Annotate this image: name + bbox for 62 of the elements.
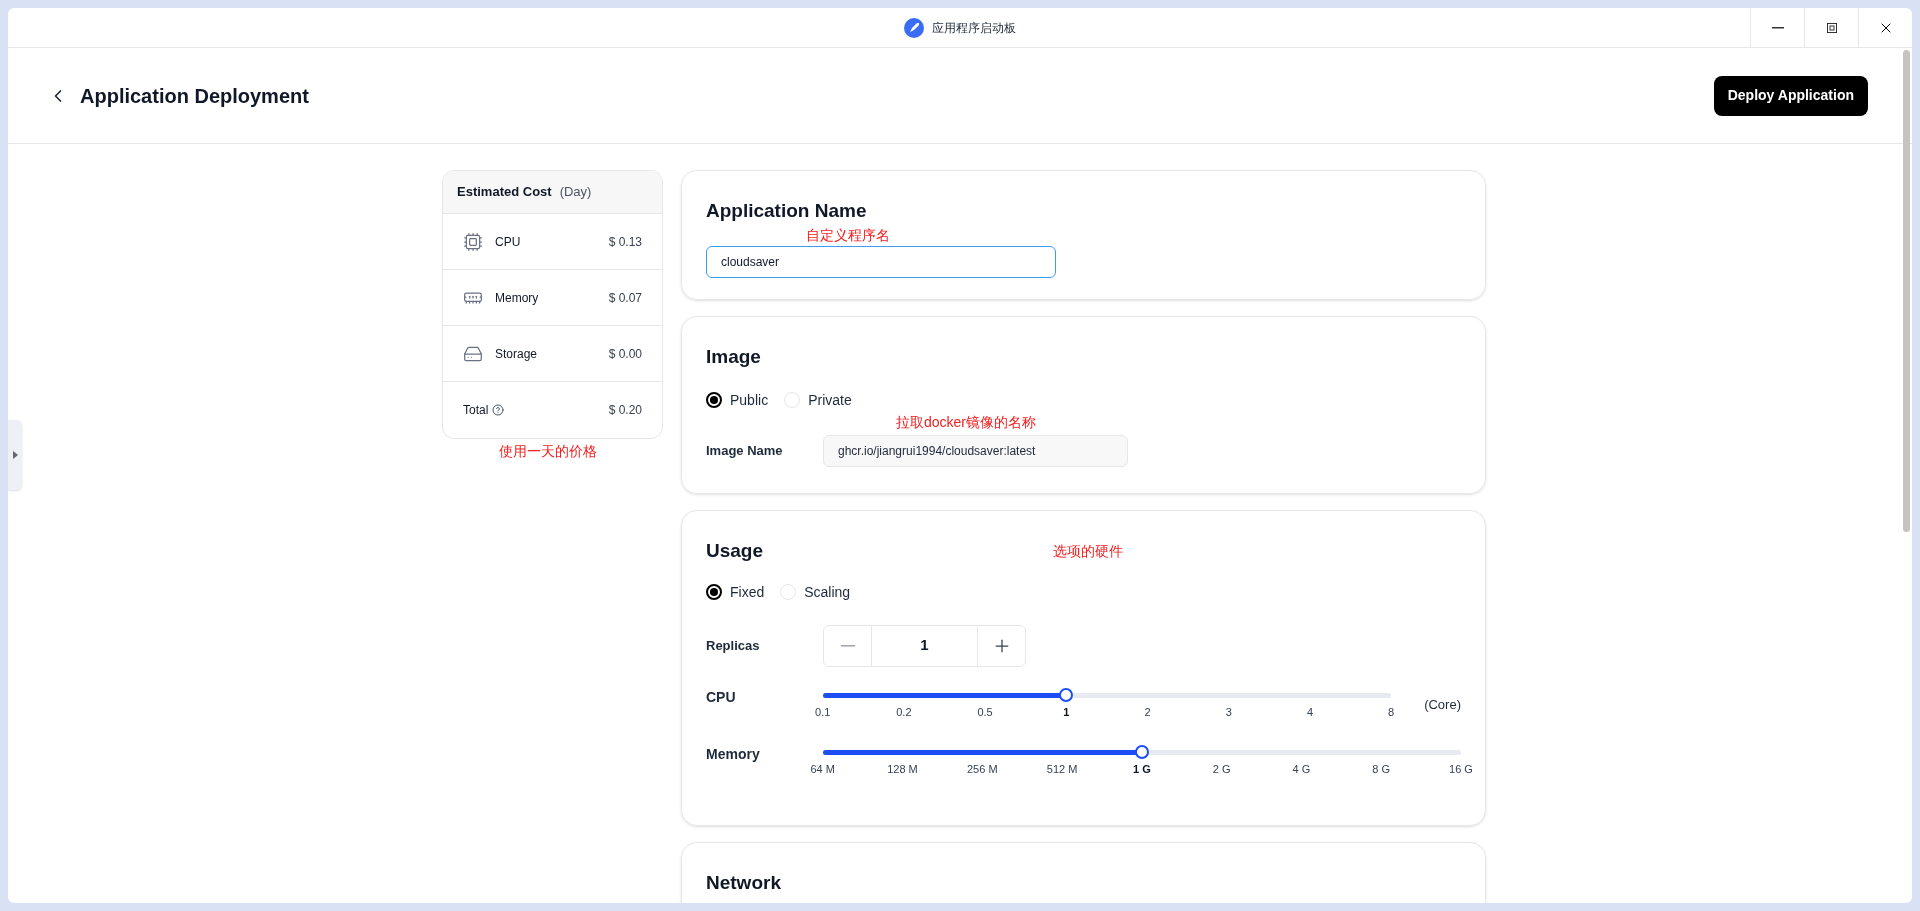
cost-label: CPU [495,233,521,251]
slider-tick-label: 16 G [1449,761,1473,777]
slider-label: Memory [706,744,761,764]
help-icon[interactable] [492,404,505,416]
window-title: 应用程序启动板 [932,19,1016,37]
slider-tick-label: 8 [1388,704,1395,720]
cost-value: $ 0.20 [608,402,642,419]
cost-label: Total [463,402,489,419]
slider-tick-label: 2 [1144,704,1151,720]
slider-thumb[interactable] [1134,744,1149,759]
section-title: Image [706,345,762,369]
scrollbar[interactable] [1903,50,1910,532]
annotation-text: 自定义程序名 [806,225,891,244]
radio-label: Public [730,390,769,410]
radio-label: Private [808,390,852,410]
slider-tick-label: 2 G [1212,761,1231,777]
deploy-button[interactable]: Deploy Application [1713,75,1868,116]
field-label: Image Name [706,441,784,460]
cost-value: $ 0.13 [608,233,642,251]
unit-label: (Core) [1424,695,1461,714]
radio-label: Fixed [730,582,765,602]
radio-label: Scaling [804,582,851,602]
slider-tick-label: 4 G [1292,761,1311,777]
slider-label: CPU [706,687,737,707]
slider-tick-label: 512 M [1046,761,1078,777]
caret-icon [12,451,18,459]
annotation-text: 拉取docker镜像的名称 [896,412,1038,431]
slider-tick-label: 8 G [1372,761,1391,777]
slider-thumb[interactable] [1059,687,1074,702]
radio-button[interactable] [706,584,722,600]
slider-tick-label: 3 [1225,704,1232,720]
slider-tick-label: 0.5 [977,704,993,720]
slider-tick-label: 0.1 [815,704,831,720]
name-input[interactable]: cloudsaver [706,245,1056,278]
cost-label: Storage [495,345,538,363]
annotation-text: 选项的硬件 [1053,541,1124,561]
section-title: Network [706,871,782,895]
image-name-input[interactable]: ghcr.io/jiangrui1994/cloudsaver:latest [823,434,1128,467]
sidebar-toggle[interactable] [8,420,22,490]
restore-icon [1825,21,1838,34]
annotation-text: 使用一天的价格 [498,442,597,461]
section-title: Application Name [706,199,868,223]
slider-tick-label: 128 M [887,761,918,777]
cost-value: $ 0.07 [608,289,642,307]
cost-value: $ 0.00 [608,345,642,363]
minus-icon [840,644,855,647]
slider-tick-label: 1 G [1133,761,1151,777]
slider-tick-label: 4 [1306,704,1313,720]
cost-label: Memory [495,289,539,307]
cost-title: Estimated Cost [457,183,552,202]
slider-tick-label: 0.2 [896,704,912,720]
section-title: Usage [706,539,764,563]
slider-tick-label: 256 M [967,761,998,777]
replicas-value[interactable]: 1 [872,625,977,666]
radio-button[interactable] [706,392,722,408]
field-label: Replicas [706,636,761,655]
slider-tick-label: 64 M [810,761,835,777]
minimize-icon [1771,26,1784,29]
page-title: Application Deployment [80,83,309,109]
cost-period: (Day) [559,183,592,202]
slider-tick-label: 1 [1063,704,1070,720]
chip-icon [463,231,483,252]
